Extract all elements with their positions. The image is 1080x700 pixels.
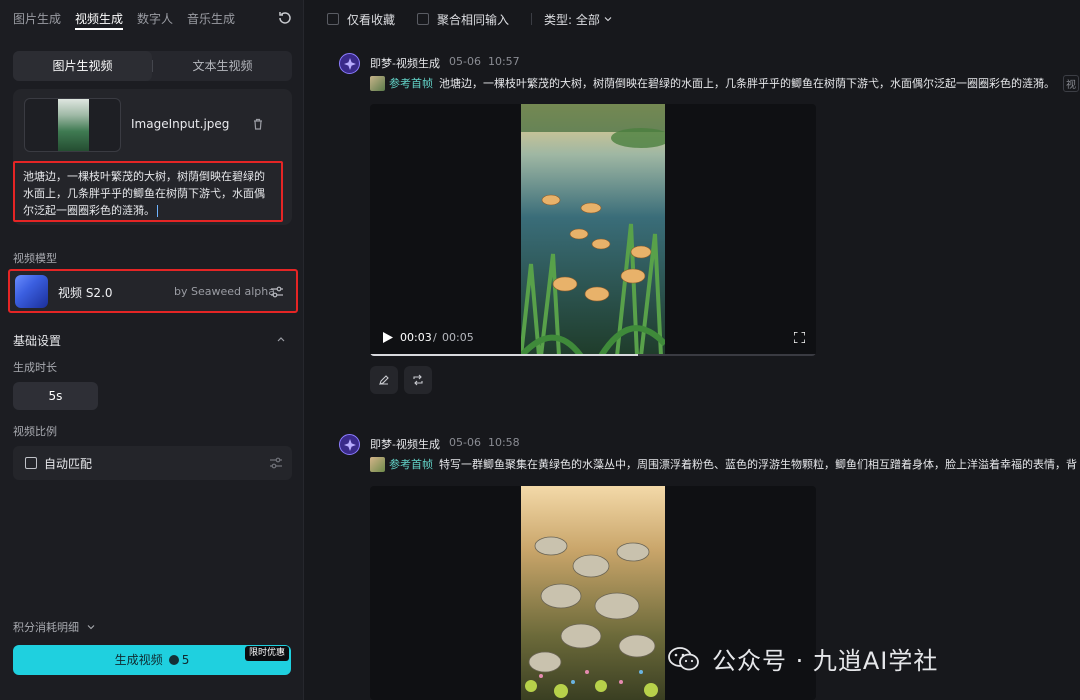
reference-tag: 参考首帧	[389, 77, 433, 90]
more-tag[interactable]: 视	[1063, 74, 1079, 92]
generate-video-button[interactable]: 生成视频 5 限时优惠	[13, 645, 291, 675]
video-frame-image	[521, 486, 665, 700]
aspect-ratio-icon	[25, 457, 37, 469]
tab-music-generation[interactable]: 音乐生成	[187, 10, 235, 30]
star-icon	[344, 439, 356, 451]
cost-detail-toggle[interactable]: 积分消耗明细	[13, 619, 95, 635]
model-section-label: 视频模型	[13, 252, 57, 265]
video-frame-image	[521, 104, 665, 356]
checkbox-icon	[327, 13, 339, 25]
pencil-icon	[379, 375, 389, 385]
message-timestamp: 05-06 10:58	[449, 436, 520, 449]
mode-image-to-video[interactable]: 图片生视频	[13, 51, 152, 81]
message-author: 即梦-视频生成	[370, 438, 440, 451]
prompt-text: 池塘边，一棵枝叶繁茂的大树，树荫倒映在碧绿的水面上，几条胖乎乎的鲫鱼在树荫下游弋…	[23, 170, 265, 217]
total-time: 00:05	[442, 331, 474, 344]
text-caret	[157, 205, 158, 217]
wechat-logo-icon	[668, 647, 699, 671]
reference-thumbnail[interactable]	[370, 456, 385, 472]
fullscreen-icon[interactable]	[794, 332, 805, 343]
message-date: 05-06	[449, 436, 481, 449]
ratio-value: 自动匹配	[44, 457, 93, 471]
favorites-only-label: 仅看收藏	[347, 12, 396, 27]
favorites-only-checkbox[interactable]: 仅看收藏	[327, 11, 395, 28]
model-provider: by Seaweed alpha	[174, 285, 275, 298]
video-controls: 00:03 / 00:05	[370, 320, 816, 356]
trash-icon[interactable]	[251, 117, 265, 131]
checkbox-icon	[417, 13, 430, 25]
file-name: ImageInput.jpeg	[131, 117, 230, 131]
chevron-up-icon[interactable]	[276, 334, 286, 344]
progress-bar[interactable]	[370, 354, 816, 356]
toolbar-divider	[531, 13, 533, 25]
model-thumbnail	[15, 275, 48, 308]
message-time: 10:58	[487, 436, 520, 449]
prompt-input[interactable]: 池塘边，一棵枝叶繁茂的大树，树荫倒映在碧绿的水面上，几条胖乎乎的鲫鱼在树荫下游弋…	[13, 161, 283, 222]
regenerate-button[interactable]	[404, 366, 432, 394]
generate-label: 生成视频	[114, 653, 163, 667]
promo-badge: 限时优惠	[244, 646, 289, 661]
reference-row: 参考首帧 特写一群鲫鱼聚集在黄绿色的水藻丛中，周围漂浮着粉色、蓝色的浮游生物颗粒…	[370, 456, 1077, 472]
filter-toolbar: 仅看收藏 聚合相同输入 类型: 全部	[327, 10, 634, 28]
play-icon[interactable]	[382, 331, 394, 344]
model-selector[interactable]: 视频 S2.0 by Seaweed alpha	[8, 269, 298, 313]
time-separator: /	[433, 331, 437, 344]
star-icon	[344, 58, 356, 70]
current-time: 00:03	[400, 331, 432, 344]
left-panel: 图片生成 视频生成 数字人 音乐生成 图片生视频 文本生视频 ImageInpu…	[0, 0, 304, 700]
message-time: 10:57	[487, 55, 520, 68]
reference-row: 参考首帧 池塘边，一棵枝叶繁茂的大树，树荫倒映在碧绿的水面上，几条胖乎乎的鲫鱼在…	[370, 74, 1079, 92]
video-player[interactable]: 00:03 / 00:05	[370, 104, 816, 356]
model-name: 视频 S2.0	[58, 286, 113, 300]
mode-switch: 图片生视频 文本生视频	[13, 51, 292, 81]
settings-sliders-icon[interactable]	[270, 285, 284, 299]
ratio-label: 视频比例	[13, 425, 57, 438]
edit-button[interactable]	[370, 366, 398, 394]
generate-cost: 5	[181, 653, 190, 667]
top-tabs: 图片生成 视频生成 数字人 音乐生成	[13, 10, 249, 30]
progress-fill	[370, 354, 638, 356]
results-panel: 仅看收藏 聚合相同输入 类型: 全部 即梦-视频生成 05-06 10:57 参…	[305, 0, 1080, 700]
message-author: 即梦-视频生成	[370, 57, 440, 70]
thumbnail-image	[58, 99, 89, 151]
duration-label: 生成时长	[13, 361, 57, 374]
settings-sliders-icon[interactable]	[269, 456, 283, 470]
image-thumbnail[interactable]	[24, 98, 121, 152]
watermark-text: 公众号 · 九逍AI学社	[712, 647, 939, 675]
tab-digital-human[interactable]: 数字人	[137, 10, 173, 30]
basic-settings-header[interactable]: 基础设置	[13, 332, 292, 349]
chevron-down-icon	[604, 17, 612, 22]
watermark: 公众号 · 九逍AI学社	[668, 640, 1080, 680]
duration-option-5s[interactable]: 5s	[13, 382, 98, 410]
reference-tag: 参考首帧	[389, 458, 433, 471]
tab-video-generation[interactable]: 视频生成	[75, 10, 124, 30]
ratio-selector[interactable]: 自动匹配	[13, 446, 292, 480]
refresh-icon[interactable]	[276, 9, 294, 27]
upload-card: ImageInput.jpeg 池塘边，一棵枝叶繁茂的大树，树荫倒映在碧绿的水面…	[13, 89, 292, 225]
cost-detail-label: 积分消耗明细	[13, 621, 79, 634]
dreamina-avatar	[339, 434, 360, 455]
type-filter-label: 类型: 全部	[544, 12, 600, 27]
dreamina-avatar	[339, 53, 360, 74]
repeat-icon	[413, 374, 423, 386]
merge-same-checkbox[interactable]: 聚合相同输入	[417, 11, 509, 28]
reference-thumbnail[interactable]	[370, 75, 385, 91]
credit-icon	[168, 655, 179, 665]
message-date: 05-06	[449, 55, 481, 68]
merge-same-label: 聚合相同输入	[437, 12, 510, 27]
type-filter-dropdown[interactable]: 类型: 全部	[544, 11, 612, 28]
reference-prompt: 池塘边，一棵枝叶繁茂的大树，树荫倒映在碧绿的水面上，几条胖乎乎的鲫鱼在树荫下游弋…	[439, 77, 1055, 90]
message-timestamp: 05-06 10:57	[449, 55, 520, 68]
mode-text-to-video[interactable]: 文本生视频	[153, 51, 292, 81]
tab-image-generation[interactable]: 图片生成	[13, 10, 61, 30]
chevron-down-icon	[87, 625, 94, 630]
reference-prompt: 特写一群鲫鱼聚集在黄绿色的水藻丛中，周围漂浮着粉色、蓝色的浮游生物颗粒，鲫鱼们相…	[439, 458, 1077, 471]
